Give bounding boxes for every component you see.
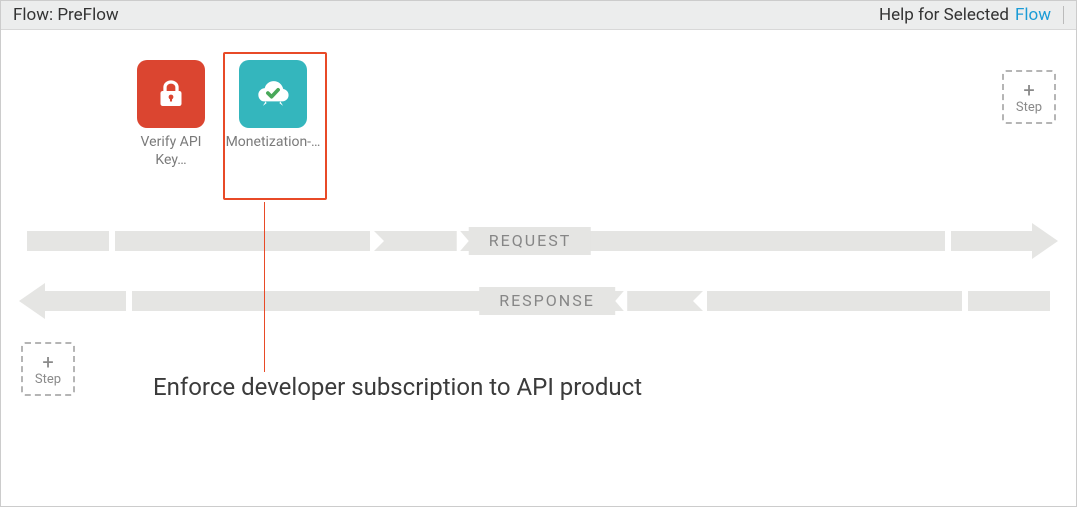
policy-verify-api-key[interactable]: Verify API Key…: [131, 60, 211, 169]
arrow-right-icon: [1032, 223, 1058, 259]
request-flow: REQUEST: [19, 228, 1058, 254]
response-label: RESPONSE: [479, 287, 615, 315]
add-step-label: Step: [35, 372, 61, 387]
help-label: Help for Selected: [879, 5, 1009, 25]
help-link[interactable]: Flow: [1015, 5, 1051, 25]
add-step-label: Step: [1016, 100, 1042, 115]
header-right: Help for Selected Flow: [879, 5, 1064, 25]
add-step-response-button[interactable]: + Step: [21, 342, 75, 396]
header-bar: Flow: PreFlow Help for Selected Flow: [1, 1, 1076, 30]
policy-monetization[interactable]: Monetization-…: [233, 60, 313, 169]
annotation-text: Enforce developer subscription to API pr…: [153, 372, 642, 403]
response-flow: RESPONSE: [19, 288, 1058, 314]
response-bar: RESPONSE: [44, 291, 1050, 311]
header-divider: [1063, 6, 1064, 24]
policy-label: Monetization-…: [226, 134, 321, 152]
lock-icon: [137, 60, 205, 128]
flow-canvas: Verify API Key… Monetization-…: [1, 30, 1076, 507]
policy-label: Verify API Key…: [131, 134, 211, 169]
flow-editor: Flow: PreFlow Help for Selected Flow Ver…: [0, 0, 1077, 507]
request-bar: REQUEST: [27, 231, 1033, 251]
plus-icon: +: [1023, 80, 1034, 100]
add-step-request-button[interactable]: + Step: [1002, 70, 1056, 124]
flow-title: Flow: PreFlow: [13, 5, 119, 25]
request-label: REQUEST: [469, 227, 591, 255]
policy-list: Verify API Key… Monetization-…: [131, 60, 313, 169]
arrow-left-icon: [19, 283, 45, 319]
annotation-connector: [264, 202, 265, 372]
cloud-check-icon: [239, 60, 307, 128]
plus-icon: +: [42, 352, 53, 372]
